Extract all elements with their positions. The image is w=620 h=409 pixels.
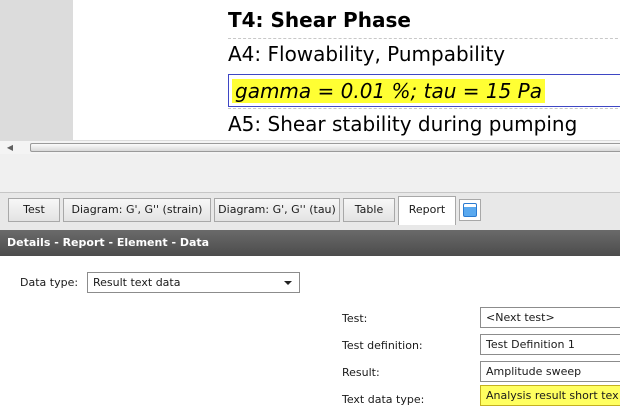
scroll-left-arrow-icon[interactable]: ◀: [4, 142, 16, 154]
row-divider: [228, 108, 620, 109]
report-line-title: T4: Shear Phase: [228, 8, 411, 32]
row-divider: [228, 38, 620, 39]
report-preview: T4: Shear Phase A4: Flowability, Pumpabi…: [0, 0, 620, 192]
details-header: Details - Report - Element - Data: [0, 230, 620, 256]
report-page[interactable]: T4: Shear Phase A4: Flowability, Pumpabi…: [73, 0, 620, 140]
result-value: Amplitude sweep: [486, 365, 582, 378]
report-line-gamma: gamma = 0.01 %; tau = 15 Pa: [232, 79, 546, 103]
selected-report-element[interactable]: gamma = 0.01 %; tau = 15 Pa: [228, 74, 620, 107]
test-label: Test:: [342, 312, 368, 325]
tab-diagram-strain[interactable]: Diagram: G', G'' (strain): [63, 198, 211, 222]
chevron-down-icon: [284, 281, 292, 285]
window-icon: [463, 203, 477, 217]
scrollbar-thumb[interactable]: [30, 143, 620, 152]
tab-report[interactable]: Report: [398, 196, 456, 225]
test-definition-value: Test Definition 1: [486, 338, 575, 351]
test-definition-select[interactable]: Test Definition 1: [480, 334, 620, 355]
page-gutter: [0, 0, 73, 140]
test-definition-label: Test definition:: [342, 339, 423, 352]
text-data-type-value: Analysis result short tex: [486, 389, 619, 402]
tab-bar: Test Diagram: G', G'' (strain) Diagram: …: [0, 192, 620, 230]
text-data-type-select[interactable]: Analysis result short tex: [480, 385, 620, 406]
report-line-a5: A5: Shear stability during pumping: [228, 112, 578, 136]
data-type-label: Data type:: [20, 276, 79, 289]
text-data-type-label: Text data type:: [342, 393, 425, 406]
result-label: Result:: [342, 366, 380, 379]
test-select[interactable]: <Next test>: [480, 307, 620, 328]
test-value: <Next test>: [486, 311, 555, 324]
tab-diagram-tau[interactable]: Diagram: G', G'' (tau): [214, 198, 340, 222]
result-select[interactable]: Amplitude sweep: [480, 361, 620, 382]
data-type-select[interactable]: Result text data: [87, 272, 300, 293]
tab-test[interactable]: Test: [8, 198, 60, 222]
tab-table[interactable]: Table: [343, 198, 395, 222]
horizontal-scrollbar[interactable]: ◀: [0, 140, 620, 154]
data-type-value: Result text data: [93, 276, 181, 289]
add-tab-button[interactable]: [459, 199, 481, 221]
report-line-a4: A4: Flowability, Pumpability: [228, 42, 506, 66]
details-panel: Data type: Result text data Test: <Next …: [0, 256, 620, 409]
